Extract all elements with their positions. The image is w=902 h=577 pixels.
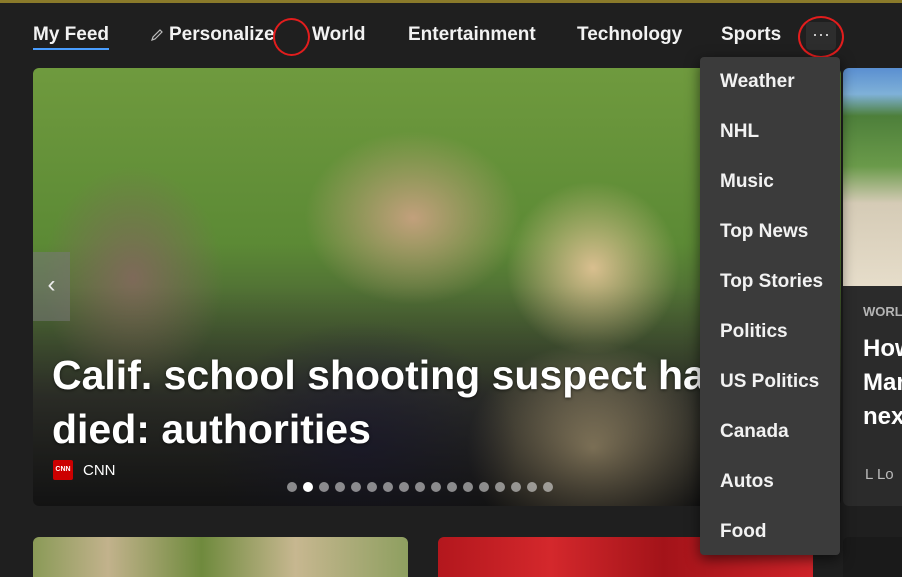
carousel-prev-button[interactable]: ‹ [33,252,70,321]
more-icon: ··· [812,24,830,44]
right-story-title-line3: nex [863,403,902,430]
menu-item-top-news[interactable]: Top News [720,221,808,243]
carousel-dot[interactable] [495,482,505,492]
carousel-dot[interactable] [463,482,473,492]
menu-item-nhl[interactable]: NHL [720,121,759,143]
menu-item-canada[interactable]: Canada [720,421,789,443]
category-nav: My Feed Personalize World Entertainment … [0,14,902,60]
nav-sports[interactable]: Sports [721,24,781,46]
carousel-dot[interactable] [527,482,537,492]
menu-item-autos[interactable]: Autos [720,471,774,493]
carousel-dot[interactable] [399,482,409,492]
menu-item-politics[interactable]: Politics [720,321,788,343]
carousel-dot[interactable] [351,482,361,492]
right-story-title-line1: How [863,335,902,362]
carousel-dot[interactable] [319,482,329,492]
right-story-source: L Lo [865,466,894,483]
top-strip [0,0,902,3]
carousel-dot[interactable] [383,482,393,492]
carousel-dot[interactable] [479,482,489,492]
carousel-dot[interactable] [287,482,297,492]
more-categories-menu: Weather NHL Music Top News Top Stories P… [700,57,840,555]
carousel-dot[interactable] [447,482,457,492]
menu-item-food[interactable]: Food [720,521,766,543]
cnn-logo: CNN [53,460,73,480]
nav-entertainment[interactable]: Entertainment [408,24,536,46]
carousel-dot[interactable] [335,482,345,492]
right-story-kicker: WORL [863,304,902,319]
carousel-dot[interactable] [367,482,377,492]
carousel-dot[interactable] [303,482,313,492]
nav-personalize-label: Personalize [169,24,275,45]
right-story-title: How Mar nex [863,332,902,434]
right-story-image [843,68,902,286]
menu-item-music[interactable]: Music [720,171,774,193]
story-card-3[interactable] [843,537,902,577]
right-story-card[interactable]: WORL How Mar nex L Lo [843,68,902,506]
pencil-icon [151,29,163,41]
carousel-indicator [287,482,553,492]
hero-source-name: CNN [83,461,116,479]
nav-technology[interactable]: Technology [577,24,682,46]
menu-item-top-stories[interactable]: Top Stories [720,271,823,293]
carousel-dot[interactable] [511,482,521,492]
chevron-left-icon: ‹ [47,271,56,298]
more-categories-button[interactable]: ··· [806,22,836,50]
menu-item-weather[interactable]: Weather [720,71,795,93]
story-card-1[interactable] [33,537,408,577]
carousel-dot[interactable] [431,482,441,492]
right-story-title-line2: Mar [863,369,902,396]
menu-item-us-politics[interactable]: US Politics [720,371,819,393]
nav-personalize[interactable]: Personalize [150,24,275,46]
hero-source: CNN CNN [53,460,116,480]
carousel-dot[interactable] [543,482,553,492]
nav-world[interactable]: World [312,24,365,46]
carousel-dot[interactable] [415,482,425,492]
nav-my-feed[interactable]: My Feed [33,24,110,50]
